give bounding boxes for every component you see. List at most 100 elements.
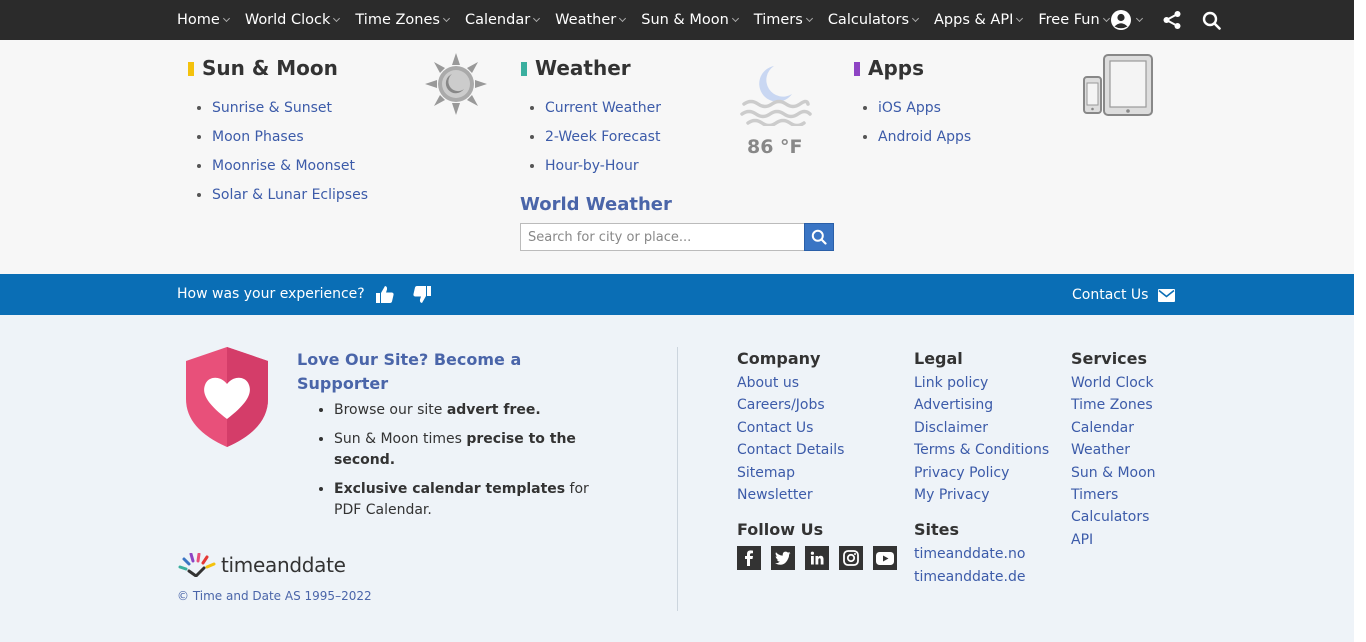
link-eclipses[interactable]: Solar & Lunar Eclipses [212, 187, 368, 203]
twitter-link[interactable] [771, 546, 795, 571]
youtube-link[interactable] [873, 546, 897, 571]
apps-heading: Apps [854, 56, 971, 80]
chevron-down-icon [805, 14, 813, 23]
search-icon [811, 229, 827, 245]
column-heading: Company [737, 349, 821, 368]
sun-moon-heading: Sun & Moon [188, 56, 368, 80]
column-heading: Sites [914, 520, 960, 540]
mega-menu: Sun & Moon Sunrise & Sunset Moon Phases … [0, 40, 1354, 274]
linkedin-link[interactable] [805, 546, 829, 571]
link-disclaimer[interactable]: Disclaimer [914, 417, 1049, 439]
link-newsletter[interactable]: Newsletter [737, 484, 907, 506]
link-contact-us[interactable]: Contact Us [737, 417, 907, 439]
list-item: Hour-by-Hour [545, 152, 661, 181]
list-item: iOS Apps [878, 94, 971, 123]
link-contact-details[interactable]: Contact Details [737, 439, 907, 461]
contact-us-button[interactable]: Contact Us [1072, 287, 1176, 303]
link-weather[interactable]: Weather [1071, 439, 1156, 461]
nav-weather[interactable]: Weather [555, 12, 627, 28]
nav-time-zones[interactable]: Time Zones [355, 12, 451, 28]
footer-services: Services World Clock Time Zones Calendar… [1071, 349, 1156, 551]
accent-bar [521, 62, 527, 76]
search-button[interactable] [1202, 11, 1221, 30]
section-title: Weather [535, 56, 631, 80]
list-item: 2-Week Forecast [545, 123, 661, 152]
link-site-de[interactable]: timeanddate.de [914, 566, 1049, 588]
list-item: Solar & Lunar Eclipses [212, 181, 368, 210]
thumbs-up-icon [376, 286, 394, 303]
facebook-icon [745, 550, 753, 567]
link-current-weather[interactable]: Current Weather [545, 100, 661, 116]
link-moon-phases[interactable]: Moon Phases [212, 129, 304, 145]
instagram-icon [843, 550, 859, 567]
nav-label: Calendar [464, 12, 531, 28]
thumbs-down-button[interactable] [412, 285, 432, 308]
apps-section: Apps iOS Apps Android Apps [854, 56, 971, 152]
nav-menu: Home World Clock Time Zones Calendar Wea… [177, 0, 1125, 40]
list-item: Exclusive calendar templates for PDF Cal… [334, 479, 604, 521]
link-careers[interactable]: Careers/Jobs [737, 394, 907, 416]
weather-search-button[interactable] [804, 223, 834, 251]
nav-label: Timers [753, 12, 803, 28]
nav-label: Sun & Moon [641, 12, 729, 28]
nav-sun-moon[interactable]: Sun & Moon [641, 12, 739, 28]
nav-world-clock[interactable]: World Clock [245, 12, 341, 28]
link-sitemap[interactable]: Sitemap [737, 462, 907, 484]
link-link-policy[interactable]: Link policy [914, 372, 1049, 394]
chevron-down-icon [1135, 14, 1144, 23]
link-2week-forecast[interactable]: 2-Week Forecast [545, 129, 660, 145]
link-terms[interactable]: Terms & Conditions [914, 439, 1049, 461]
link-api[interactable]: API [1071, 529, 1156, 551]
nav-free-fun[interactable]: Free Fun [1038, 12, 1110, 28]
thumbs-up-button[interactable] [375, 285, 395, 308]
facebook-link[interactable] [737, 546, 761, 571]
link-privacy-policy[interactable]: Privacy Policy [914, 462, 1049, 484]
link-ios-apps[interactable]: iOS Apps [878, 100, 941, 116]
accent-bar [188, 62, 194, 76]
benefit-text: Browse our site [334, 402, 447, 418]
link-my-privacy[interactable]: My Privacy [914, 484, 1049, 506]
section-title: Sun & Moon [202, 56, 338, 80]
instagram-link[interactable] [839, 546, 863, 571]
nav-calculators[interactable]: Calculators [828, 12, 920, 28]
nav-home[interactable]: Home [177, 12, 230, 28]
account-menu[interactable] [1110, 9, 1144, 31]
link-sunrise-sunset[interactable]: Sunrise & Sunset [212, 100, 332, 116]
nav-timers[interactable]: Timers [753, 12, 813, 28]
link-world-clock[interactable]: World Clock [1071, 372, 1156, 394]
link-calendar[interactable]: Calendar [1071, 417, 1156, 439]
list-item: Moonrise & Moonset [212, 152, 368, 181]
social-links [737, 546, 907, 571]
link-calculators[interactable]: Calculators [1071, 506, 1156, 528]
link-about-us[interactable]: About us [737, 372, 907, 394]
nav-label: Apps & API [934, 12, 1014, 28]
chevron-down-icon [1102, 14, 1110, 23]
link-sun-moon[interactable]: Sun & Moon [1071, 462, 1156, 484]
nav-calendar[interactable]: Calendar [464, 12, 541, 28]
brand-logo[interactable]: timeanddate [177, 553, 346, 577]
link-hour-by-hour[interactable]: Hour-by-Hour [545, 158, 639, 174]
link-site-no[interactable]: timeanddate.no [914, 543, 1049, 565]
apps-links: iOS Apps Android Apps [854, 94, 971, 152]
share-button[interactable] [1162, 10, 1182, 30]
list-item: Sunrise & Sunset [212, 94, 368, 123]
link-android-apps[interactable]: Android Apps [878, 129, 971, 145]
sun-moon-links: Sunrise & Sunset Moon Phases Moonrise & … [188, 94, 368, 210]
list-item: Android Apps [878, 123, 971, 152]
thumbs-down-icon [413, 286, 431, 303]
chevron-down-icon [1016, 14, 1024, 23]
link-time-zones[interactable]: Time Zones [1071, 394, 1156, 416]
weather-search-input[interactable] [520, 223, 804, 251]
section-title: Apps [868, 56, 925, 80]
site-footer: Love Our Site? Become a Supporter Browse… [0, 315, 1354, 642]
list-item: Moon Phases [212, 123, 368, 152]
benefit-highlight: advert free. [446, 402, 541, 418]
link-timers[interactable]: Timers [1071, 484, 1156, 506]
link-moonrise-moonset[interactable]: Moonrise & Moonset [212, 158, 355, 174]
envelope-icon [1158, 288, 1176, 302]
feedback-question: How was your experience? [177, 286, 365, 302]
supporter-title[interactable]: Love Our Site? Become a Supporter [297, 348, 557, 396]
nav-apps-api[interactable]: Apps & API [934, 12, 1024, 28]
link-advertising[interactable]: Advertising [914, 394, 1049, 416]
linkedin-icon [810, 552, 824, 565]
